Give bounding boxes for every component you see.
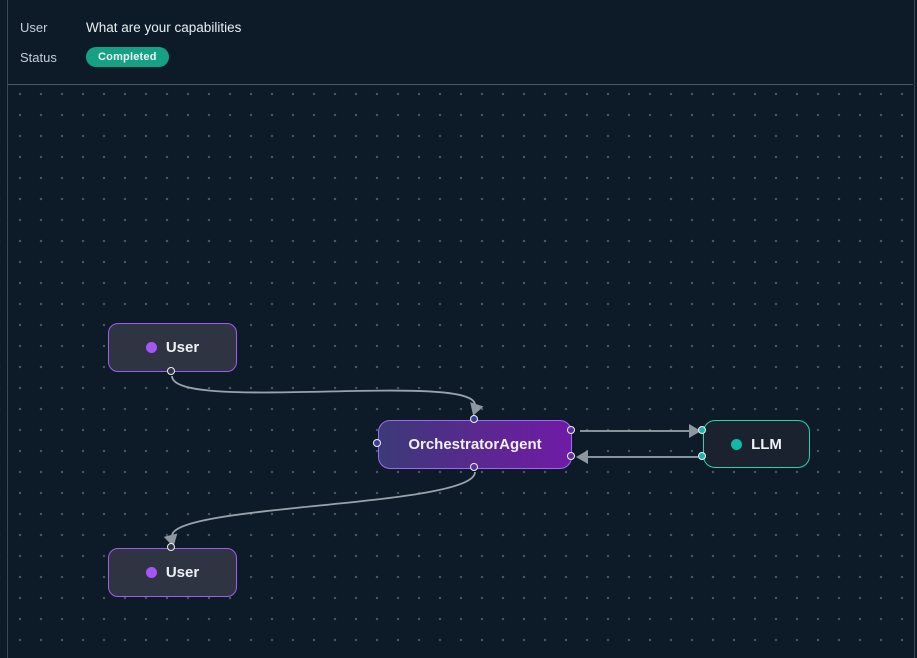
agent-run-view: User What are your capabilities Status C… bbox=[0, 0, 917, 658]
node-label: User bbox=[166, 564, 199, 581]
handle-orchestrator-left[interactable] bbox=[373, 439, 381, 447]
edge-orchestrator-to-llm bbox=[580, 424, 701, 438]
node-label: LLM bbox=[751, 436, 782, 453]
handle-orchestrator-right-top[interactable] bbox=[567, 426, 575, 434]
node-llm[interactable]: LLM bbox=[703, 420, 810, 468]
handle-orchestrator-bottom[interactable] bbox=[470, 463, 478, 471]
user-node-dot-icon bbox=[146, 342, 157, 353]
node-user-top[interactable]: User bbox=[108, 323, 237, 372]
handle-llm-left-top[interactable] bbox=[698, 426, 706, 434]
user-message-row: User What are your capabilities bbox=[20, 12, 913, 42]
user-message: What are your capabilities bbox=[86, 20, 241, 35]
llm-node-dot-icon bbox=[731, 439, 742, 450]
run-header: User What are your capabilities Status C… bbox=[8, 0, 913, 85]
panel-left-border bbox=[7, 0, 8, 658]
flow-canvas[interactable]: User OrchestratorAgent LLM User bbox=[0, 86, 917, 658]
user-label: User bbox=[20, 20, 86, 35]
handle-user-bottom-target[interactable] bbox=[167, 543, 175, 551]
panel-right-border bbox=[914, 0, 915, 658]
user-node-dot-icon bbox=[146, 567, 157, 578]
handle-orchestrator-right-bottom[interactable] bbox=[567, 452, 575, 460]
status-badge: Completed bbox=[86, 47, 169, 67]
node-label: OrchestratorAgent bbox=[408, 436, 541, 453]
node-orchestrator-agent[interactable]: OrchestratorAgent bbox=[378, 420, 572, 469]
status-label: Status bbox=[20, 50, 86, 65]
edge-user1-to-orchestrator bbox=[172, 376, 484, 418]
handle-llm-left-bottom[interactable] bbox=[698, 452, 706, 460]
edge-llm-to-orchestrator bbox=[576, 450, 698, 464]
handle-user-top-source[interactable] bbox=[167, 367, 175, 375]
handle-orchestrator-top[interactable] bbox=[470, 415, 478, 423]
node-label: User bbox=[166, 339, 199, 356]
edge-orchestrator-to-user2 bbox=[164, 472, 475, 549]
status-row: Status Completed bbox=[20, 42, 913, 72]
node-user-bottom[interactable]: User bbox=[108, 548, 237, 597]
